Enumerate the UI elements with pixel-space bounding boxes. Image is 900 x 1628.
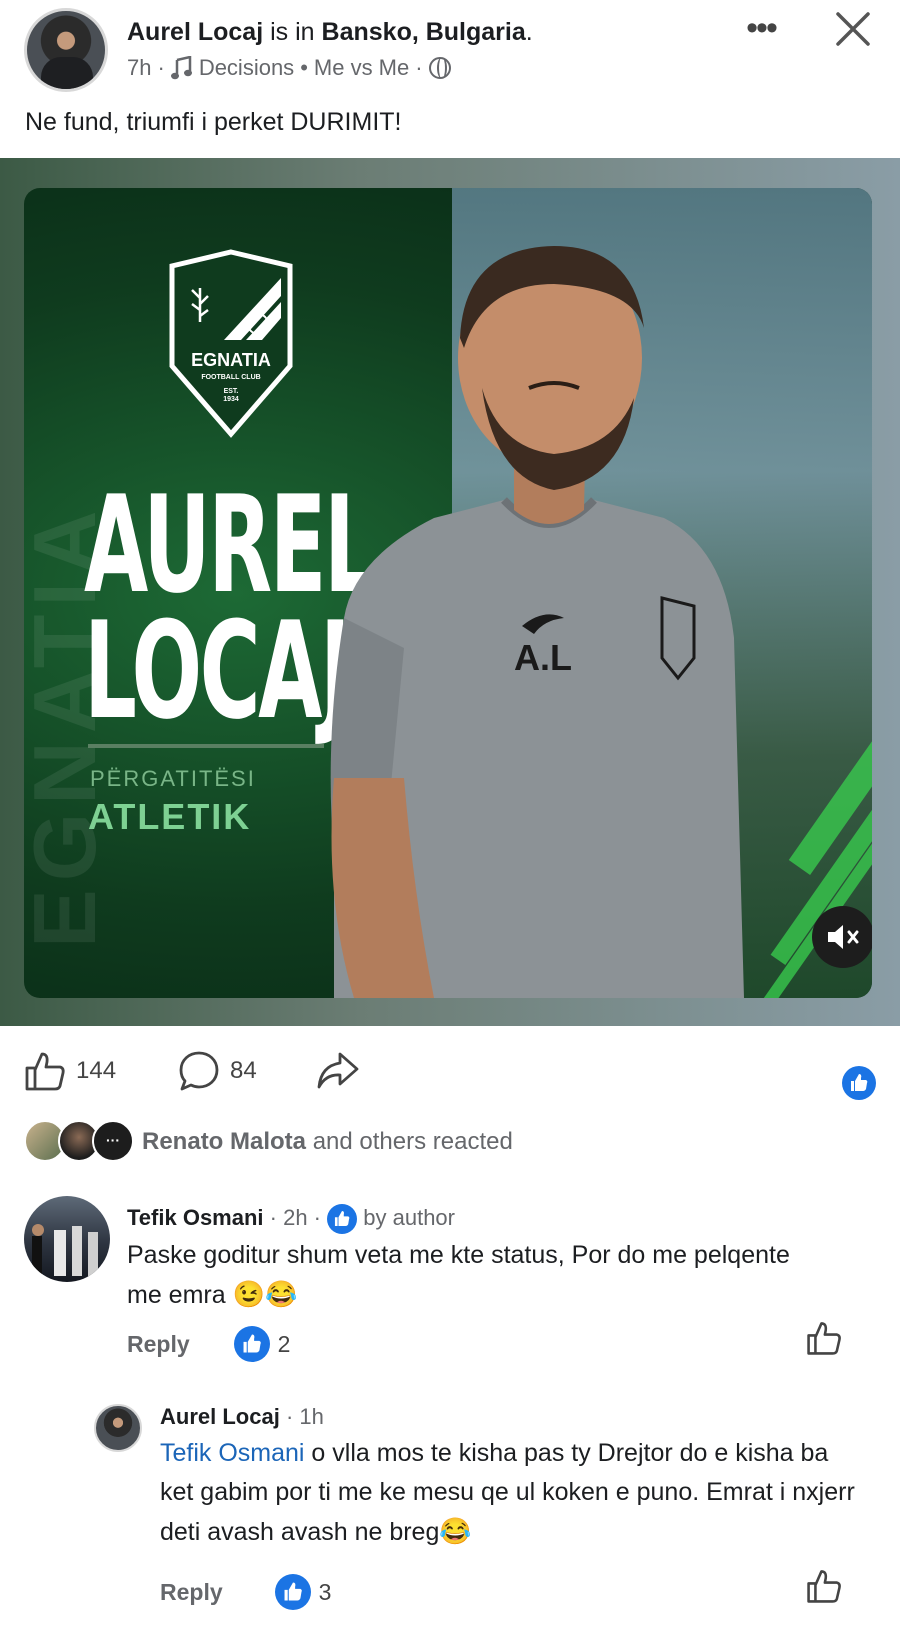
thumbs-up-icon [851, 1074, 868, 1091]
post-header: Aurel Locaj is in Bansko, Bulgaria. 7h ·… [0, 0, 900, 100]
mute-button[interactable] [812, 906, 872, 968]
commenter-name[interactable]: Tefik Osmani [127, 1205, 264, 1230]
like-button[interactable]: 144 [24, 1050, 116, 1092]
post-caption: Ne fund, triumfi i perket DURIMIT! [25, 108, 402, 136]
commenter-avatar[interactable] [94, 1404, 142, 1452]
music-note-icon [170, 56, 192, 80]
close-icon[interactable] [832, 8, 874, 50]
comment-text: Tefik Osmani o vlla mos te kisha pas ty … [160, 1434, 860, 1552]
comment-like-count: 3 [318, 1578, 332, 1605]
comment-like-badge [233, 1326, 270, 1362]
comment-time[interactable]: · 2h · [270, 1205, 321, 1230]
comment-emojis: 😉😂 [232, 1279, 298, 1309]
thumbs-up-icon [335, 1211, 350, 1227]
share-arrow-icon [317, 1052, 359, 1089]
comment-like-count: 2 [277, 1330, 291, 1357]
poster-divider [88, 744, 324, 748]
comment-reply: Aurel Locaj · 1h Tefik Osmani o vlla mos… [0, 1390, 900, 1628]
commenter-avatar[interactable] [24, 1196, 110, 1282]
comment-actions: Reply 3 [160, 1574, 331, 1610]
thumbs-up-icon [25, 1052, 65, 1091]
crest-text: EGNATIA FOOTBALL CLUB EST. 1934 [191, 350, 271, 403]
comment-actions: Reply 2 [127, 1326, 290, 1362]
music-title[interactable]: Decisions [199, 55, 294, 81]
reply-button[interactable]: Reply [160, 1579, 223, 1606]
poster-role-label: PËRGATITËSI [90, 766, 256, 791]
author-name[interactable]: Aurel Locaj [127, 18, 263, 46]
globe-icon [428, 57, 451, 79]
music-artist[interactable]: Me vs Me [314, 55, 409, 81]
thumbs-up-icon [243, 1334, 261, 1353]
post-author-line: Aurel Locaj is in Bansko, Bulgaria. [127, 18, 533, 46]
thumbs-up-icon [284, 1582, 302, 1601]
by-author-label: by author [363, 1204, 455, 1230]
author-like-badge [327, 1204, 358, 1234]
poster-last-name: LOCAJ [84, 593, 351, 749]
location-link[interactable]: Bansko, Bulgaria [322, 18, 526, 46]
shirt-initials: A.L [514, 637, 572, 678]
reactions-text: Renato Malota and others reacted [142, 1128, 513, 1156]
poster-role-title: ATLETIK [88, 796, 252, 837]
like-count: 144 [76, 1057, 117, 1084]
comment-time[interactable]: · 1h [286, 1404, 324, 1429]
checkin-connector: is in [270, 18, 315, 46]
comment-header: Tefik Osmani · 2h · by author [127, 1204, 455, 1234]
comment: Tefik Osmani · 2h · by author Paske godi… [0, 1190, 900, 1380]
coach-photo: A.L [330, 246, 744, 998]
comment-like-button[interactable] [806, 1568, 842, 1604]
comment-like-badge [274, 1574, 311, 1610]
more-options-icon[interactable]: ••• [738, 10, 784, 46]
reactor-name[interactable]: Renato Malota [142, 1128, 306, 1155]
share-button[interactable] [316, 1050, 360, 1092]
comment-text: Paske goditur shum veta me kte status, P… [127, 1236, 807, 1315]
comment-button[interactable]: 84 [178, 1050, 257, 1092]
author-avatar[interactable] [24, 8, 108, 92]
poster-image: EGNATIA EGNATIA FOOTBALL CLUB EST. 1934 … [24, 188, 872, 998]
commenter-name[interactable]: Aurel Locaj [160, 1404, 280, 1429]
comment-like-button[interactable] [806, 1320, 842, 1356]
comment-emojis: 😂 [439, 1516, 472, 1546]
comment-header: Aurel Locaj · 1h [160, 1404, 324, 1430]
comment-count: 84 [230, 1057, 257, 1084]
reply-button[interactable]: Reply [127, 1331, 190, 1358]
like-reaction-badge[interactable] [842, 1066, 876, 1100]
post-media[interactable]: EGNATIA EGNATIA FOOTBALL CLUB EST. 1934 … [0, 158, 900, 1026]
reactions-summary[interactable]: ··· Renato Malota and others reacted [24, 1120, 874, 1164]
post-time[interactable]: 7h [127, 55, 151, 81]
mentioned-user[interactable]: Tefik Osmani [160, 1439, 304, 1467]
speaker-muted-icon [828, 925, 859, 949]
post-meta: 7h · Decisions • Me vs Me · [127, 55, 451, 81]
more-reactors-avatar: ··· [92, 1120, 134, 1162]
comment-bubble-icon [179, 1051, 219, 1091]
reactor-suffix: and others reacted [312, 1128, 513, 1155]
